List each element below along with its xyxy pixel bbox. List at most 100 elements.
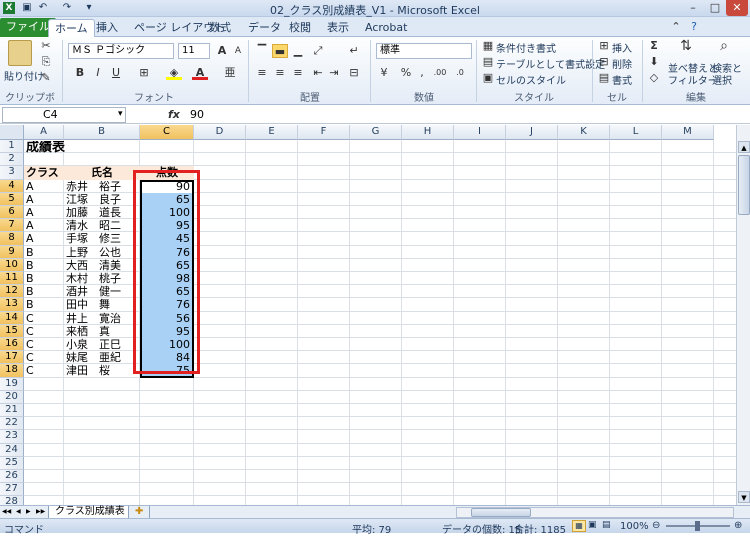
row-header[interactable]: 8 <box>0 232 24 246</box>
maximize-button[interactable]: □ <box>704 0 726 16</box>
cell-class[interactable]: B <box>26 285 34 298</box>
comma-icon[interactable]: , <box>414 66 430 80</box>
select-all-corner[interactable] <box>0 125 24 140</box>
cell-class[interactable]: B <box>26 259 34 272</box>
scroll-down-icon[interactable]: ▼ <box>738 491 750 503</box>
conditional-format-button[interactable]: 条件付き書式 <box>496 40 556 55</box>
align-top-icon[interactable]: ▔ <box>254 44 270 58</box>
cell-name[interactable]: 江塚 良子 <box>66 193 121 206</box>
sheet-next-icon[interactable]: ▶ <box>26 506 31 518</box>
number-format-combo[interactable]: 標準 <box>376 43 472 59</box>
format-painter-icon[interactable]: ✎ <box>38 71 54 85</box>
cell-class[interactable]: C <box>26 325 34 338</box>
cell-class[interactable]: B <box>26 298 34 311</box>
cell-styles-button[interactable]: セルのスタイル <box>496 72 566 87</box>
clear-icon[interactable]: ◇ <box>646 71 662 85</box>
column-header[interactable]: D <box>194 125 246 140</box>
ribbon-minimize-icon[interactable]: ⌃ <box>668 20 684 34</box>
horizontal-scrollbar[interactable] <box>456 507 734 518</box>
grow-font-icon[interactable]: A <box>214 44 230 58</box>
row-header[interactable]: 15 <box>0 324 24 338</box>
phonetic-icon[interactable]: 亜 <box>222 66 238 80</box>
cell-name[interactable]: 津田 桜 <box>66 364 110 377</box>
borders-icon[interactable]: ⊞ <box>136 66 152 80</box>
cell-name[interactable]: 上野 公也 <box>66 246 121 259</box>
orientation-icon[interactable]: ⤢ <box>310 44 326 58</box>
column-header[interactable]: M <box>662 125 714 140</box>
cell-name[interactable]: 来栖 真 <box>66 325 110 338</box>
format-cells-button[interactable]: 書式 <box>612 72 632 87</box>
align-right-icon[interactable]: ≡ <box>290 66 306 80</box>
cell-name[interactable]: 妹尾 亜紀 <box>66 351 121 364</box>
row-header[interactable]: 26 <box>0 470 24 484</box>
formula-input[interactable]: 90 <box>190 108 204 121</box>
tab-review[interactable]: 校閲 <box>283 19 317 37</box>
cell-class[interactable]: C <box>26 351 34 364</box>
decrease-decimal-icon[interactable]: .0 <box>452 66 468 80</box>
find-select-icon[interactable]: ⌕ <box>716 39 732 53</box>
row-header[interactable]: 18 <box>0 364 24 378</box>
zoom-slider-thumb[interactable] <box>695 521 700 531</box>
header-name[interactable]: 氏名 <box>64 166 140 179</box>
cell-name[interactable]: 小泉 正巳 <box>66 338 121 351</box>
row-header[interactable]: 19 <box>0 377 24 391</box>
cut-icon[interactable]: ✂ <box>38 39 54 53</box>
paste-icon[interactable] <box>8 40 32 66</box>
wrap-text-icon[interactable]: ↵ <box>346 44 362 58</box>
row-header[interactable]: 11 <box>0 272 24 286</box>
sort-filter-icon[interactable]: ⇅ <box>678 39 694 53</box>
cell-class[interactable]: A <box>26 219 34 232</box>
font-size-combo[interactable]: 11 <box>178 43 210 59</box>
cell-name[interactable]: 大西 清美 <box>66 259 121 272</box>
cell-name[interactable]: 井上 寛治 <box>66 312 121 325</box>
row-header[interactable]: 20 <box>0 390 24 404</box>
tab-formulas[interactable]: 数式 <box>203 19 237 37</box>
row-header[interactable]: 23 <box>0 430 24 444</box>
sheet-title[interactable]: 成績表 <box>26 141 65 154</box>
row-header[interactable]: 4 <box>0 179 24 193</box>
increase-decimal-icon[interactable]: .00 <box>432 66 448 80</box>
tab-insert[interactable]: 挿入 <box>90 19 124 37</box>
format-as-table-button[interactable]: テーブルとして書式設定 <box>496 56 605 71</box>
zoom-level[interactable]: 100% <box>620 521 649 532</box>
column-header[interactable]: A <box>24 125 64 140</box>
row-header[interactable]: 13 <box>0 298 24 312</box>
minimize-button[interactable]: – <box>682 0 704 16</box>
font-color-icon[interactable]: A <box>192 66 208 80</box>
row-header[interactable]: 7 <box>0 219 24 233</box>
row-header[interactable]: 9 <box>0 245 24 259</box>
align-left-icon[interactable]: ≡ <box>254 66 270 80</box>
vertical-scrollbar[interactable]: ▲ ▼ <box>736 125 750 505</box>
zoom-in-icon[interactable]: ⊕ <box>734 520 742 531</box>
cell-class[interactable]: A <box>26 193 34 206</box>
row-header[interactable]: 24 <box>0 443 24 457</box>
cell-class[interactable]: C <box>26 338 34 351</box>
copy-icon[interactable]: ⎘ <box>38 55 54 69</box>
row-header[interactable]: 1 <box>0 140 24 154</box>
cell-name[interactable]: 酒井 健一 <box>66 285 121 298</box>
close-button[interactable]: ✕ <box>726 0 748 16</box>
row-header[interactable]: 14 <box>0 311 24 325</box>
scroll-thumb[interactable] <box>738 155 750 215</box>
zoom-out-icon[interactable]: ⊖ <box>652 520 660 531</box>
align-bottom-icon[interactable]: ▁ <box>290 44 306 58</box>
row-header[interactable]: 17 <box>0 351 24 365</box>
align-center-icon[interactable]: ≡ <box>272 66 288 80</box>
cell-name[interactable]: 加藤 道長 <box>66 206 121 219</box>
page-break-view-icon[interactable]: ▤ <box>602 520 611 530</box>
column-header[interactable]: C <box>140 125 194 140</box>
worksheet-grid[interactable]: A B C D E F G H I J K L M 1 2 3 4 5 6 7 8 9 10 11 12 13 14 15 16 17 18… <box>0 125 736 505</box>
autosum-icon[interactable]: Σ <box>646 39 662 53</box>
align-middle-icon[interactable]: ▬ <box>272 44 288 58</box>
bold-button[interactable]: B <box>72 66 88 80</box>
row-header[interactable]: 2 <box>0 153 24 167</box>
normal-view-icon[interactable]: ▦ <box>572 520 586 532</box>
row-header[interactable]: 16 <box>0 338 24 352</box>
sheet-last-icon[interactable]: ▶▶ <box>36 506 45 518</box>
cell-class[interactable]: B <box>26 272 34 285</box>
row-header[interactable]: 22 <box>0 417 24 431</box>
fill-icon[interactable]: ⬇ <box>646 55 662 69</box>
tab-acrobat[interactable]: Acrobat <box>359 19 413 37</box>
merge-center-icon[interactable]: ⊟ <box>346 66 362 80</box>
cell-class[interactable]: A <box>26 206 34 219</box>
